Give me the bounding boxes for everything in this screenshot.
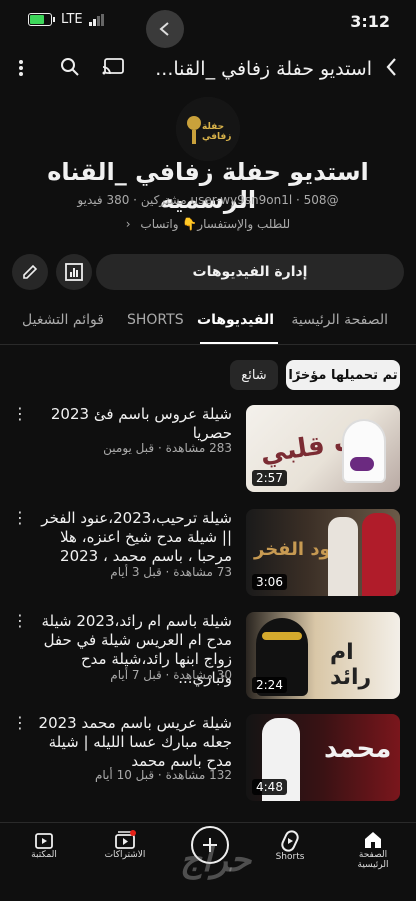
video-title[interactable]: شيلة عروس باسم فئ 2023 حصريا [36, 405, 232, 443]
chevron-left-icon [159, 22, 169, 36]
video-count: 380 فيديو [77, 193, 130, 207]
video-duration: 4:48 [252, 779, 287, 795]
status-bar: LTE 3:12 [0, 0, 416, 48]
video-meta: 30 مشاهدة · قبل 7 أيام [110, 668, 232, 682]
nav-shorts-label: Shorts [275, 852, 305, 862]
channel-avatar[interactable]: حفلة زفافي [176, 97, 240, 161]
video-title[interactable]: شيلة ترحيب،2023،عنود الفخر || شيلة مدح ش… [36, 509, 232, 566]
video-more-icon[interactable]: ⋮ [12, 611, 28, 630]
network-label: LTE [61, 12, 83, 27]
battery-cap [53, 17, 55, 22]
analytics-icon [65, 263, 83, 281]
nav-home-label: الصفحة الرئيسية [357, 850, 389, 870]
chip-recently-uploaded[interactable]: تم تحميلها مؤخرًا [286, 360, 400, 390]
thumbnail-mask [262, 632, 302, 640]
analytics-button[interactable] [56, 254, 92, 290]
video-meta: 283 مشاهدة · قبل يومين [103, 441, 232, 455]
search-icon[interactable] [60, 57, 80, 77]
shorts-icon [281, 830, 299, 852]
watermark: حراج [180, 840, 252, 880]
video-meta: 132 مشاهدة · قبل 10 أيام [95, 768, 232, 782]
thumbnail-flowers [350, 457, 374, 471]
thumbnail-text: ام رائد [330, 640, 372, 690]
manage-videos-button[interactable]: إدارة الفيديوهات [96, 254, 404, 290]
nav-library[interactable]: المكتبة [22, 830, 66, 860]
tab-videos[interactable]: الفيديوهات [197, 312, 274, 328]
tab-shorts[interactable]: SHORTS [127, 312, 184, 328]
thumbnail-text: محمد [324, 734, 392, 764]
status-indicators: LTE [28, 12, 105, 27]
nav-library-label: المكتبة [31, 850, 57, 860]
home-icon [365, 832, 381, 848]
more-vert-icon[interactable] [18, 59, 24, 77]
pencil-icon [23, 264, 38, 279]
thumbnail-figure [344, 421, 384, 481]
video-thumbnail[interactable]: محمد 4:48 [246, 714, 400, 801]
chevron-left-small-icon: ‹ [125, 217, 131, 231]
video-thumbnail[interactable]: بنت قلبي 2:57 [246, 405, 400, 492]
video-more-icon[interactable]: ⋮ [12, 404, 28, 423]
nav-subscriptions-label: الاشتراكات [104, 850, 146, 860]
channel-meta: @user-wy9sn9on1l · 508 مشتركين · 380 فيد… [77, 193, 339, 207]
video-thumbnail[interactable]: ام رائد 2:24 [246, 612, 400, 699]
edit-button[interactable] [12, 254, 48, 290]
video-duration: 2:24 [252, 677, 287, 693]
signal-icon [88, 13, 104, 26]
video-title[interactable]: شيلة عريس باسم محمد 2023 جعله مبارك عسا … [36, 714, 232, 771]
video-duration: 3:06 [252, 574, 287, 590]
active-tab-underline [200, 342, 278, 344]
nav-home[interactable]: الصفحة الرئيسية [345, 830, 401, 870]
tab-playlists[interactable]: قوائم التشغيل [22, 312, 104, 328]
thumbnail-figure [362, 513, 396, 596]
battery-icon [28, 13, 52, 26]
video-meta: 73 مشاهدة · قبل 3 أيام [110, 565, 232, 579]
nav-subscriptions[interactable]: الاشتراكات [100, 830, 150, 860]
status-time: 3:12 [350, 12, 390, 31]
tab-home[interactable]: الصفحة الرئيسية [291, 312, 388, 328]
avatar-text: حفلة زفافي [202, 122, 232, 142]
video-thumbnail[interactable]: عنود الفخر 3:06 [246, 509, 400, 596]
subscriptions-icon [115, 830, 136, 849]
cast-icon[interactable] [102, 58, 124, 76]
chip-popular[interactable]: شائع [230, 360, 278, 390]
page-title: استديو حفلة زفافي _القنا... [155, 58, 372, 80]
nav-shorts[interactable]: Shorts [268, 830, 312, 862]
library-icon [35, 833, 53, 849]
channel-links-text: للطلب والإستفسار👇 واتساب [140, 217, 291, 231]
back-arrow-icon[interactable] [384, 57, 400, 77]
video-duration: 2:57 [252, 470, 287, 486]
video-more-icon[interactable]: ⋮ [12, 508, 28, 527]
video-more-icon[interactable]: ⋮ [12, 713, 28, 732]
thumbnail-figure [328, 517, 358, 596]
back-pill-button[interactable] [146, 10, 184, 48]
channel-links[interactable]: للطلب والإستفسار👇 واتساب ‹ [60, 217, 356, 231]
